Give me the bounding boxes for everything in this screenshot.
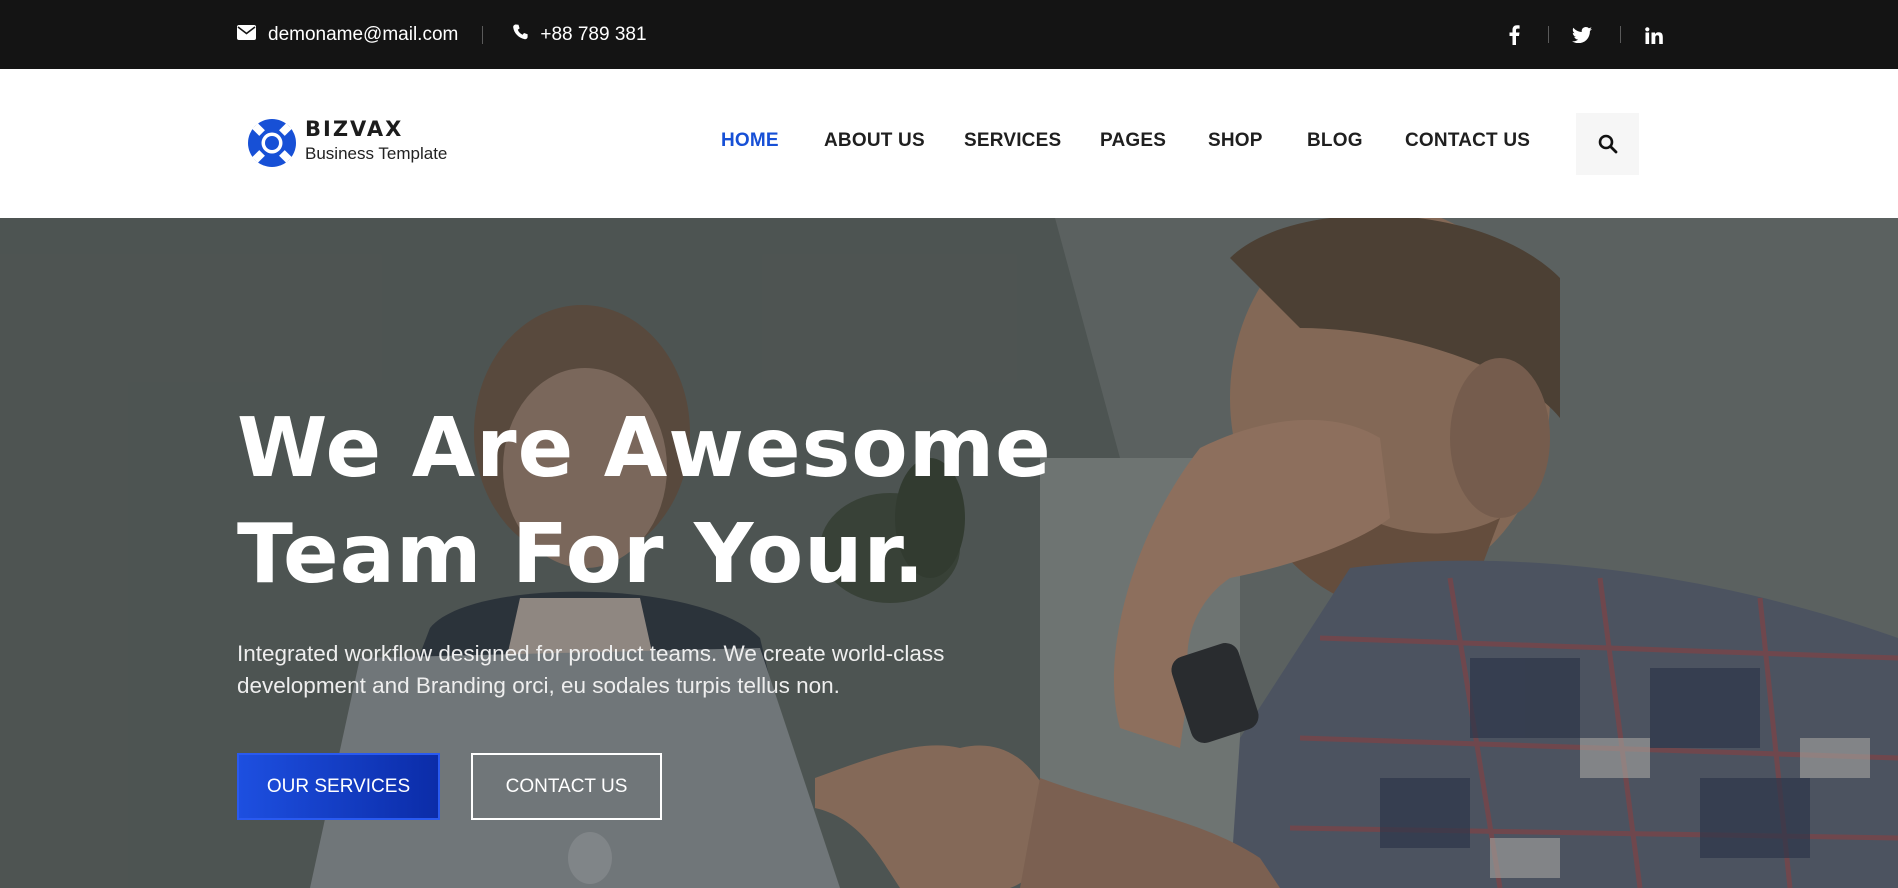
twitter-icon[interactable]	[1569, 22, 1595, 48]
search-icon	[1598, 134, 1617, 154]
nav-item-home[interactable]: HOME	[721, 130, 779, 152]
divider	[1548, 26, 1549, 43]
our-services-button[interactable]: OUR SERVICES	[237, 753, 440, 820]
linkedin-icon[interactable]	[1641, 22, 1667, 48]
nav-item-shop[interactable]: SHOP	[1208, 130, 1263, 152]
nav-item-pages[interactable]: PAGES	[1100, 130, 1166, 152]
divider	[1620, 26, 1621, 43]
search-button[interactable]	[1576, 113, 1639, 175]
main-header: BIZVAX Business Template HOME ABOUT US S…	[0, 69, 1898, 218]
hero-title-line-1: We Are Awesome	[237, 401, 1052, 496]
hero-section: We Are Awesome Team For Your. Integrated…	[0, 218, 1898, 888]
facebook-icon[interactable]	[1501, 22, 1527, 48]
social-links	[0, 0, 1898, 69]
contact-us-button[interactable]: CONTACT US	[471, 753, 662, 820]
hero-title-line-2: Team For Your.	[237, 507, 926, 602]
top-bar: demoname@mail.com +88 789 381	[0, 0, 1898, 69]
nav-item-contact-us[interactable]: CONTACT US	[1405, 130, 1530, 152]
nav-item-about-us[interactable]: ABOUT US	[824, 130, 925, 152]
nav-item-services[interactable]: SERVICES	[964, 130, 1061, 152]
hero-subtitle: Integrated workflow designed for product…	[237, 641, 945, 698]
hero-title: We Are Awesome Team For Your.	[237, 396, 1137, 608]
nav-item-blog[interactable]: BLOG	[1307, 130, 1363, 152]
